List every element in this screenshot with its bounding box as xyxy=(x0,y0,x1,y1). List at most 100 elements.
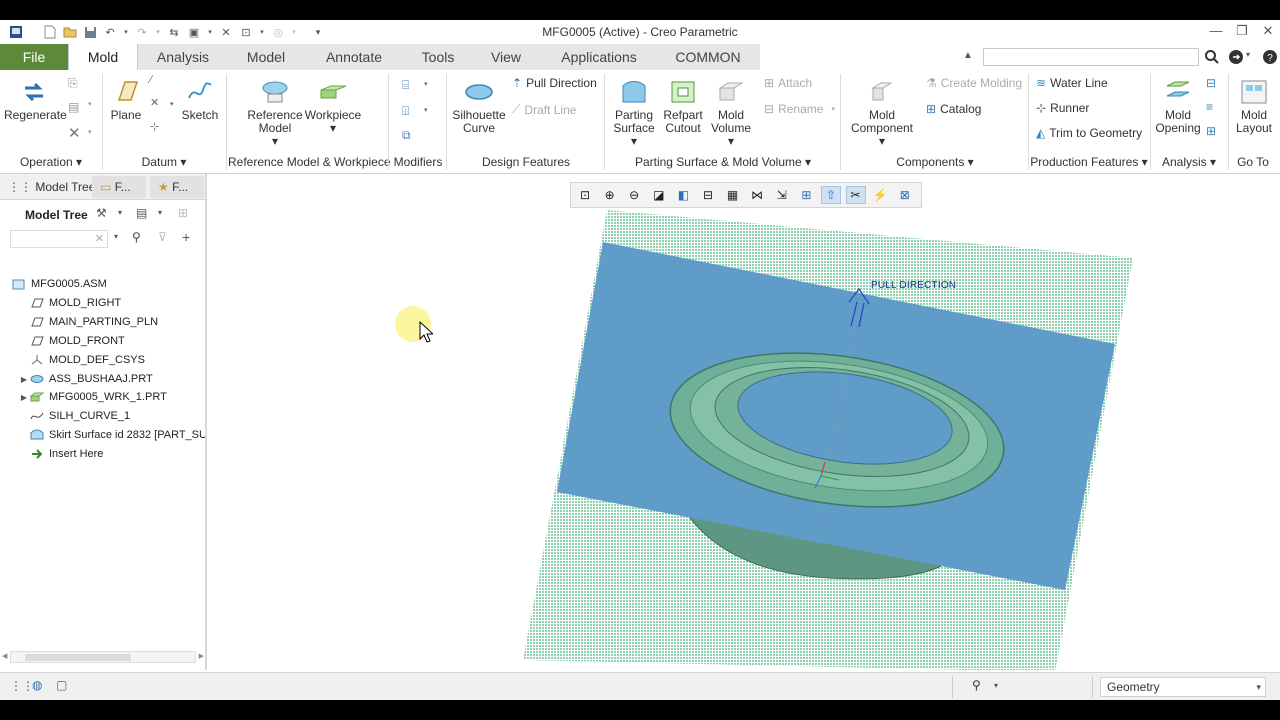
plane-button[interactable]: Plane xyxy=(106,78,146,122)
tab-analysis[interactable]: Analysis xyxy=(146,44,220,70)
browser-toggle-icon[interactable]: ◍ xyxy=(32,678,42,692)
runner-button[interactable]: ⊹ Runner xyxy=(1036,101,1089,115)
group-operation[interactable]: Operation ▾ xyxy=(0,155,102,171)
zoom-out-icon[interactable]: ⊖ xyxy=(624,186,644,204)
help-center-icon[interactable] xyxy=(1228,49,1244,68)
group-production-features[interactable]: Production Features ▾ xyxy=(1030,155,1148,171)
delete-dropdown-icon[interactable]: ▾ xyxy=(88,128,92,136)
paste-dropdown-icon[interactable]: ▾ xyxy=(88,100,92,108)
tree-item[interactable]: MOLD_DEF_CSYS xyxy=(0,351,205,369)
silhouette-curve-button[interactable]: Silhouette Curve xyxy=(450,78,508,135)
tree-search-dropdown-icon[interactable]: ▾ xyxy=(114,232,118,241)
mold-volume-button[interactable]: Mold Volume ▾ xyxy=(706,78,756,148)
copy-icon[interactable]: ⎘ xyxy=(68,76,78,91)
tree-show-icon[interactable]: ▤ xyxy=(136,206,147,220)
perspective-icon[interactable]: ✂ xyxy=(845,186,866,204)
filter-icon[interactable]: ⊽ xyxy=(158,230,167,244)
tab-file[interactable]: File xyxy=(0,44,68,70)
spin-center-icon[interactable]: ⊞ xyxy=(796,186,816,204)
appearance-icon[interactable]: ⊠ xyxy=(895,186,915,204)
graphics-window[interactable]: ⊡ ⊕ ⊖ ◪ ◧ ⊟ ▦ ⋈ ⇲ ⊞ ⇧ ✂ ⚡ ⊠ PULL DIRECTI… xyxy=(209,174,1280,670)
tree-item[interactable]: SILH_CURVE_1 xyxy=(0,407,205,425)
repaint-icon[interactable]: ◪ xyxy=(649,186,669,204)
view-manager-icon[interactable]: ▦ xyxy=(723,186,743,204)
expand-arrow-icon[interactable]: ▶ xyxy=(18,371,30,388)
rename-button[interactable]: ⊟ Rename ▾ xyxy=(764,102,835,116)
tree-search-input[interactable]: ✕ xyxy=(10,230,108,248)
group-parting-surface-mold-volume[interactable]: Parting Surface & Mold Volume ▾ xyxy=(606,155,840,171)
tab-mold[interactable]: Mold xyxy=(68,44,138,70)
tree-horizontal-scrollbar[interactable]: ◀ ▶ xyxy=(2,651,204,663)
create-molding-button[interactable]: ⚗ Create Molding xyxy=(926,76,1022,90)
tree-item[interactable]: Skirt Surface id 2832 [PART_SUR xyxy=(0,426,205,444)
tree-item[interactable]: MOLD_RIGHT xyxy=(0,294,205,312)
tree-settings-dropdown-icon[interactable]: ▾ xyxy=(118,208,122,217)
tree-item[interactable]: MAIN_PARTING_PLN xyxy=(0,313,205,331)
tree-settings-icon[interactable]: ⚒ xyxy=(96,206,107,220)
close-icon[interactable]: ✕ xyxy=(1258,23,1278,39)
tab-model-tree[interactable]: ⋮⋮ Model Tree xyxy=(8,176,95,198)
selection-dropdown-icon[interactable]: ▾ xyxy=(994,681,998,690)
reference-model-button[interactable]: Reference Model ▾ xyxy=(244,78,306,148)
catalog-button[interactable]: ⊞ Catalog xyxy=(926,102,981,116)
tree-item[interactable]: ▶ MFG0005_WRK_1.PRT xyxy=(0,388,205,406)
trim-to-geometry-button[interactable]: ◭ Trim to Geometry xyxy=(1036,126,1142,140)
tab-view[interactable]: View xyxy=(482,44,530,70)
find-icon[interactable]: ⚲ xyxy=(132,230,141,244)
regenerate-button[interactable]: Regenerate xyxy=(4,78,67,122)
modifier-draft-dropdown-icon[interactable]: ▾ xyxy=(424,80,428,88)
section-icon[interactable]: ⚡ xyxy=(870,186,890,204)
draft-line-button[interactable]: ⟋ Draft Line xyxy=(512,102,576,117)
point-dropdown-icon[interactable]: ▾ xyxy=(170,100,174,108)
scroll-right-icon[interactable]: ▶ xyxy=(199,652,204,660)
group-components[interactable]: Components ▾ xyxy=(842,155,1028,171)
tree-item[interactable]: ▶ ASS_BUSHAAJ.PRT xyxy=(0,370,205,388)
search-icon[interactable] xyxy=(1204,49,1220,68)
mold-model-view[interactable] xyxy=(209,174,1280,670)
tree-columns-icon[interactable]: ⊞ xyxy=(178,206,188,220)
smart-selection-icon[interactable]: ⚲ xyxy=(972,678,981,692)
display-style-icon[interactable]: ◧ xyxy=(673,186,693,204)
analysis-icon-1[interactable]: ⊟ xyxy=(1206,76,1216,90)
tree-show-dropdown-icon[interactable]: ▾ xyxy=(158,208,162,217)
tab-model[interactable]: Model xyxy=(232,44,300,70)
parting-surface-button[interactable]: Parting Surface ▾ xyxy=(608,78,660,148)
csys-ribbon-icon[interactable]: ⊹ xyxy=(150,120,159,133)
tab-common[interactable]: COMMON xyxy=(668,44,748,70)
help-icon[interactable]: ? xyxy=(1262,49,1278,68)
tab-annotate[interactable]: Annotate xyxy=(315,44,393,70)
modifier-draft-icon[interactable]: ⌸ xyxy=(402,78,409,93)
datum-display-icon[interactable]: ⋈ xyxy=(747,186,767,204)
axis-icon[interactable]: ⁄ xyxy=(150,74,152,86)
mold-opening-button[interactable]: Mold Opening xyxy=(1154,78,1202,135)
help-dropdown-icon[interactable]: ▾ xyxy=(1246,50,1250,59)
add-icon[interactable]: + xyxy=(182,229,190,245)
water-line-button[interactable]: ≋ Water Line xyxy=(1036,76,1108,90)
saved-orientations-icon[interactable]: ⊟ xyxy=(698,186,718,204)
restore-icon[interactable]: ❐ xyxy=(1232,23,1252,39)
mold-layout-button[interactable]: Mold Layout xyxy=(1232,78,1276,135)
collapse-ribbon-icon[interactable]: ▲ xyxy=(963,50,973,61)
delete-icon[interactable]: ✕ xyxy=(68,124,81,142)
analysis-icon-2[interactable]: ≡ xyxy=(1206,100,1213,114)
zoom-in-icon[interactable]: ⊕ xyxy=(600,186,620,204)
selection-filter-select[interactable]: Geometry ▾ xyxy=(1100,677,1266,697)
workpiece-button[interactable]: Workpiece ▾ xyxy=(304,78,362,135)
tree-item[interactable]: Insert Here xyxy=(0,445,205,463)
tab-applications[interactable]: Applications xyxy=(550,44,648,70)
search-input[interactable] xyxy=(983,48,1199,66)
mold-component-button[interactable]: Mold Component ▾ xyxy=(846,78,918,148)
scrollbar-thumb[interactable] xyxy=(25,654,131,661)
annotation-display-icon[interactable]: ⇧ xyxy=(820,186,841,204)
attach-button[interactable]: ⊞ Attach xyxy=(764,76,812,90)
tree-item[interactable]: MOLD_FRONT xyxy=(0,332,205,350)
group-datum[interactable]: Datum ▾ xyxy=(104,155,224,171)
refit-icon[interactable]: ⊡ xyxy=(575,186,595,204)
tab-tools[interactable]: Tools xyxy=(410,44,466,70)
tab-favorites[interactable]: ★ F... xyxy=(150,176,204,198)
modifier-round-icon[interactable]: ⌹ xyxy=(402,104,409,119)
clear-search-icon[interactable]: ✕ xyxy=(95,232,104,245)
tab-folder-browser[interactable]: ▭ F... xyxy=(92,176,146,198)
analysis-icon-3[interactable]: ⊞ xyxy=(1206,124,1216,138)
sketch-button[interactable]: Sketch xyxy=(180,78,220,122)
